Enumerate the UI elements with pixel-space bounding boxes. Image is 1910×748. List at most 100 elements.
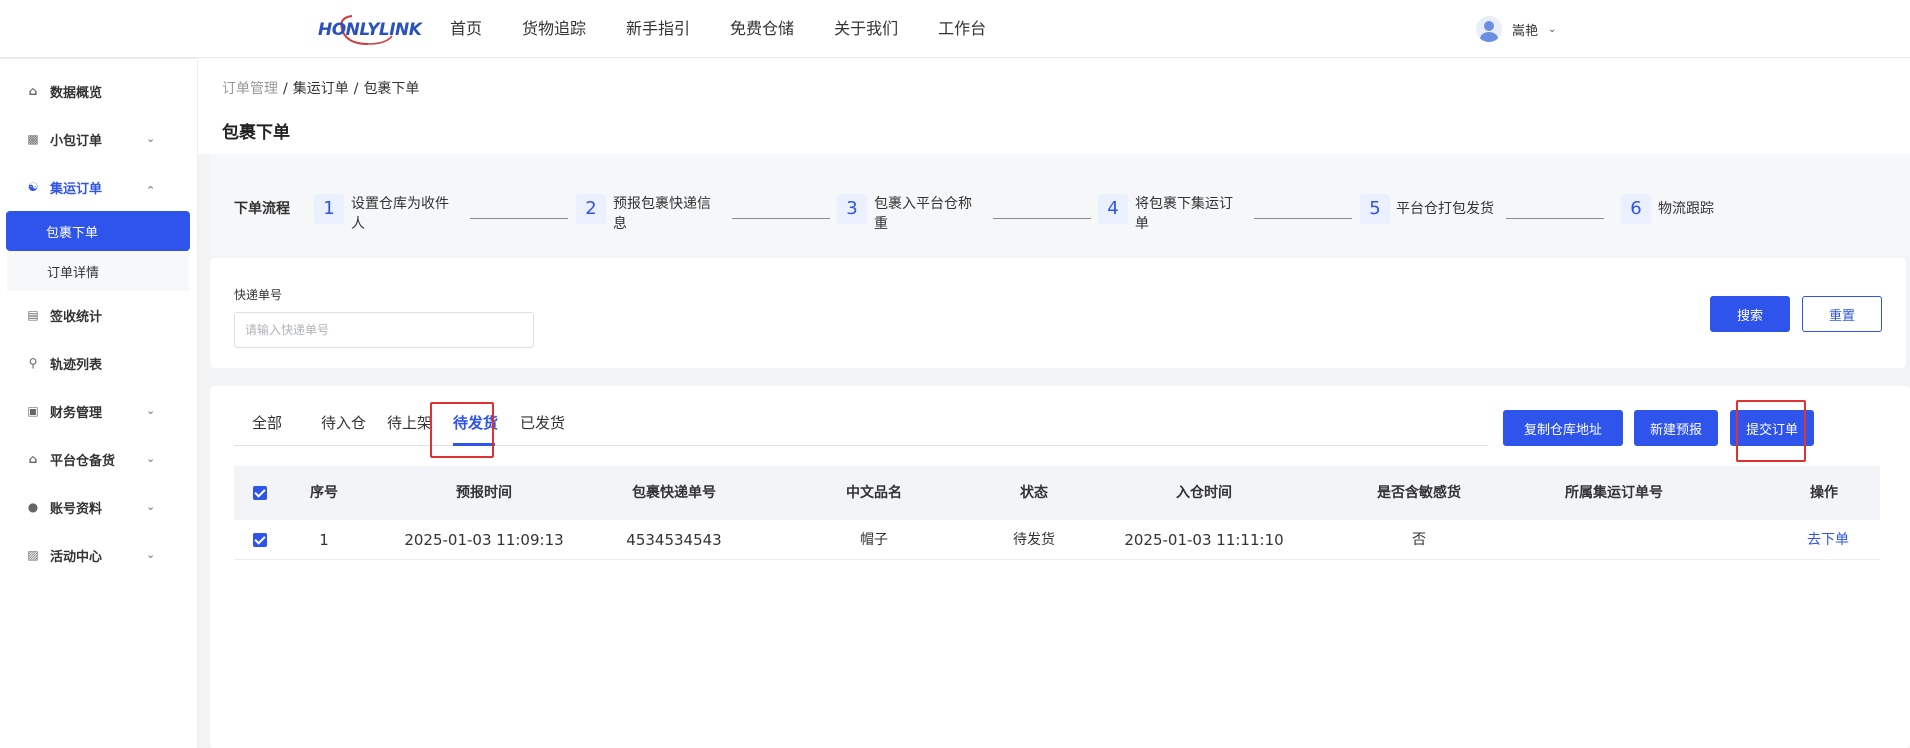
flow-step-number: 2 (576, 194, 606, 224)
breadcrumb-current: 包裹下单 (363, 81, 420, 97)
sidebar-item-track-list[interactable]: ⚲ 轨迹列表 (0, 339, 197, 387)
breadcrumb-item[interactable]: 集运订单 (293, 81, 349, 97)
page-header (198, 58, 1910, 154)
brand-logo[interactable]: HONLYLINK (316, 10, 422, 50)
nav-free-storage[interactable]: 免费仓储 (730, 0, 794, 58)
flow-connector (993, 218, 1091, 219)
chevron-down-icon: ⌄ (1548, 23, 1557, 35)
flow-connector (1506, 218, 1604, 219)
new-forecast-button[interactable]: 新建预报 (1634, 410, 1718, 446)
flow-step-number: 3 (837, 194, 867, 224)
column-header: 所属集运订单号 (1565, 485, 1663, 501)
nav-workbench[interactable]: 工作台 (938, 0, 986, 58)
highlight-box (1736, 400, 1806, 462)
tab-shipped[interactable]: 已发货 (520, 412, 565, 433)
cell-in-time: 2025-01-03 11:11:10 (1124, 531, 1284, 549)
tab-pending-shelving[interactable]: 待上架 (387, 412, 432, 433)
flow-step-text: 将包裹下集运订单 (1135, 196, 1233, 232)
tracking-no-label: 快递单号 (234, 288, 283, 302)
order-flow: 下单流程 1 设置仓库为收件人 2 预报包裹快递信息 3 包裹入平台仓称重 4 … (210, 154, 1910, 256)
tracking-no-input[interactable] (234, 312, 534, 348)
cell-status: 待发货 (1013, 532, 1055, 548)
chevron-down-icon: ⌄ (146, 452, 156, 465)
column-header: 预报时间 (456, 485, 512, 501)
sidebar-subitem-parcel-order[interactable]: 包裹下单 (6, 211, 190, 251)
flow-label: 下单流程 (234, 201, 290, 217)
order-list-panel: 全部 待入仓 待上架 待发货 已发货 复制仓库地址 新建预报 提交订单 序号 预… (210, 386, 1910, 748)
chevron-down-icon: ⌄ (146, 500, 156, 513)
sidebar-item-activity[interactable]: ▨ 活动中心 ⌄ (0, 531, 197, 579)
logo-text: HONLYLINK (318, 20, 422, 40)
flow-step-number: 1 (314, 194, 344, 224)
breadcrumb-separator: / (353, 81, 359, 97)
column-header: 中文品名 (846, 485, 902, 501)
nav-home[interactable]: 首页 (450, 0, 482, 58)
cell-sensitive: 否 (1412, 532, 1426, 548)
sidebar-item-label: 平台仓备货 (50, 453, 116, 469)
status-tabs: 全部 待入仓 待上架 待发货 已发货 (234, 386, 1488, 446)
nav-about[interactable]: 关于我们 (834, 0, 898, 58)
sidebar-item-finance[interactable]: ▣ 财务管理 ⌄ (0, 387, 197, 435)
flow-connector (470, 218, 568, 219)
breadcrumb-item[interactable]: 订单管理 (222, 81, 278, 97)
flow-step-text: 设置仓库为收件人 (351, 196, 449, 232)
user-name: 嵩艳 (1512, 23, 1539, 39)
chevron-down-icon: ⌄ (146, 404, 156, 417)
reset-button[interactable]: 重置 (1802, 296, 1882, 332)
row-checkbox[interactable] (253, 533, 267, 547)
cell-name-cn: 帽子 (860, 532, 888, 548)
tab-pending-inbound[interactable]: 待入仓 (321, 412, 366, 433)
cell-forecast-time: 2025-01-03 11:09:13 (404, 531, 564, 549)
column-header: 包裹快递单号 (632, 485, 716, 501)
flow-step-text: 预报包裹快递信息 (613, 196, 711, 232)
main-nav: 首页 货物追踪 新手指引 免费仓储 关于我们 工作台 (450, 0, 1026, 58)
column-header: 序号 (310, 485, 338, 501)
sidebar-subitem-order-detail[interactable]: 订单详情 (7, 251, 189, 291)
consolidation-icon: ☯ (27, 180, 39, 194)
sidebar-item-label: 集运订单 (50, 181, 103, 197)
breadcrumb: 订单管理 / 集运订单 / 包裹下单 (222, 78, 419, 98)
nav-tracking[interactable]: 货物追踪 (522, 0, 586, 58)
cell-tracking-no: 4534534543 (626, 531, 722, 549)
sidebar-item-receipt-stats[interactable]: ▤ 签收统计 (0, 291, 197, 339)
sidebar-item-label: 签收统计 (50, 309, 103, 325)
cell-index: 1 (319, 531, 329, 549)
place-order-link[interactable]: 去下单 (1768, 520, 1888, 560)
flow-step-text: 平台仓打包发货 (1396, 201, 1494, 217)
flow-step-text: 物流跟踪 (1658, 201, 1714, 217)
flow-step-number: 4 (1098, 194, 1128, 224)
sidebar-item-account[interactable]: ● 账号资料 ⌄ (0, 483, 197, 531)
user-avatar-icon (1476, 16, 1502, 42)
column-header: 是否含敏感货 (1377, 485, 1461, 501)
breadcrumb-separator: / (283, 81, 288, 97)
sidebar-item-platform-stock[interactable]: ⌂ 平台仓备货 ⌄ (0, 435, 197, 483)
package-icon: ▩ (27, 132, 39, 146)
column-header: 状态 (1020, 485, 1048, 501)
nav-guide[interactable]: 新手指引 (626, 0, 690, 58)
sidebar-item-label: 活动中心 (50, 549, 103, 565)
top-navbar: HONLYLINK 首页 货物追踪 新手指引 免费仓储 关于我们 工作台 嵩艳 … (0, 0, 1910, 58)
sidebar-item-label: 小包订单 (50, 133, 103, 149)
sidebar: ⌂ 数据概览 ▩ 小包订单 ⌄ ☯ 集运订单 ⌃ 包裹下单 订单详情 ▤ 签收统… (0, 59, 198, 748)
table-header: 序号 预报时间 包裹快递单号 中文品名 状态 入仓时间 是否含敏感货 所属集运订… (234, 466, 1880, 520)
chevron-down-icon: ⌄ (146, 132, 156, 145)
flow-step-number: 6 (1621, 194, 1651, 224)
location-icon: ⚲ (28, 356, 38, 370)
user-icon: ● (27, 500, 39, 514)
sidebar-item-small-parcel[interactable]: ▩ 小包订单 ⌄ (0, 115, 197, 163)
flow-step-number: 5 (1360, 194, 1390, 224)
user-menu[interactable]: 嵩艳 ⌄ (1476, 16, 1556, 42)
sidebar-item-label: 数据概览 (50, 85, 103, 101)
page-title: 包裹下单 (222, 123, 290, 143)
copy-warehouse-address-button[interactable]: 复制仓库地址 (1503, 410, 1623, 446)
wallet-icon: ▣ (27, 404, 39, 418)
highlight-box (430, 402, 494, 458)
column-header: 操作 (1810, 485, 1838, 501)
sidebar-item-overview[interactable]: ⌂ 数据概览 (0, 67, 197, 115)
select-all-checkbox[interactable] (253, 486, 267, 500)
tab-all[interactable]: 全部 (252, 412, 282, 433)
sidebar-item-consolidation[interactable]: ☯ 集运订单 ⌃ (0, 163, 197, 211)
search-button[interactable]: 搜索 (1710, 296, 1790, 332)
flow-connector (1254, 218, 1352, 219)
chevron-up-icon: ⌃ (146, 184, 156, 197)
